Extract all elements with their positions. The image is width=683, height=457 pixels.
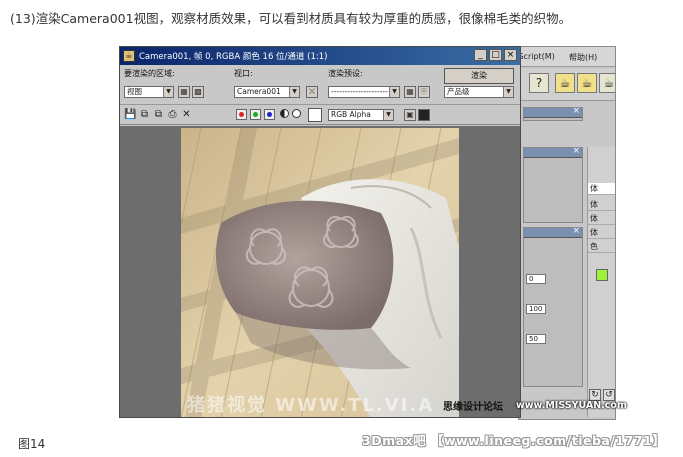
image-watermark: 猪猪视觉 WWW.TL.VI.A bbox=[187, 395, 435, 416]
command-panel: 体 体 体 体 色 bbox=[587, 147, 615, 417]
monochrome-icon[interactable] bbox=[292, 109, 301, 118]
swatch-color[interactable] bbox=[308, 108, 322, 122]
object-color-swatch[interactable] bbox=[596, 269, 608, 281]
bg-menubar: XScript(M) 帮助(H) bbox=[519, 47, 615, 67]
render-setup-icon[interactable]: ▦ bbox=[404, 86, 416, 98]
viewport-dropdown[interactable]: Camera001 ▼ bbox=[234, 86, 300, 98]
chevron-down-icon: ▼ bbox=[163, 87, 173, 97]
edit-region-icon[interactable]: ▦ bbox=[178, 86, 190, 98]
close-icon[interactable]: × bbox=[572, 106, 580, 116]
bg-main-toolbar: ? ☕ ☕ ☕ bbox=[519, 69, 615, 101]
auto-region-icon[interactable]: ▩ bbox=[192, 86, 204, 98]
rendered-image: 猪猪视觉 WWW.TL.VI.A bbox=[181, 128, 459, 417]
teapot-render-icon[interactable]: ☕ bbox=[555, 73, 575, 93]
minimize-button[interactable]: _ bbox=[474, 49, 487, 61]
preset-value: --------------------- bbox=[331, 87, 388, 96]
bg-subwindow-c: × 0 100 50 bbox=[523, 226, 583, 387]
bg-subwindow-b: × bbox=[523, 146, 583, 223]
close-icon[interactable]: × bbox=[572, 146, 580, 156]
render-frame-icon[interactable]: ☕ bbox=[599, 73, 615, 93]
blue-channel-toggle[interactable] bbox=[264, 109, 275, 120]
area-value: 视图 bbox=[127, 87, 142, 96]
channel-dropdown[interactable]: RGB Alpha ▼ bbox=[328, 109, 394, 121]
save-image-icon[interactable]: 💾 bbox=[124, 108, 137, 121]
window-title: Camera001, 帧 0, RGBA 颜色 16 位/通道 (1:1) bbox=[139, 52, 328, 62]
bg-value-field[interactable]: 0 bbox=[526, 274, 546, 284]
green-channel-toggle[interactable] bbox=[250, 109, 261, 120]
close-button[interactable]: × bbox=[504, 49, 517, 61]
chevron-down-icon: ▼ bbox=[389, 87, 399, 97]
cmd-tab[interactable]: 体 bbox=[588, 183, 615, 195]
chevron-down-icon: ▼ bbox=[289, 87, 299, 97]
channel-value: RGB Alpha bbox=[331, 110, 371, 119]
bg-menu-script[interactable]: XScript(M) bbox=[519, 52, 555, 61]
viewport-value: Camera001 bbox=[237, 87, 281, 96]
site-watermark: 3Dmax吧 【www.lineeg.com/tieba/1771】 bbox=[362, 433, 666, 448]
chevron-down-icon: ▼ bbox=[383, 110, 393, 120]
maximize-button[interactable]: □ bbox=[489, 49, 502, 61]
rendered-frame-window: ☕ Camera001, 帧 0, RGBA 颜色 16 位/通道 (1:1) … bbox=[119, 46, 521, 418]
viewport-label: 视口: bbox=[234, 69, 253, 78]
copy-image-icon[interactable]: ⧉ bbox=[138, 108, 151, 121]
preset-label: 渲染预设: bbox=[328, 69, 363, 78]
cmd-tab[interactable]: 体 bbox=[588, 213, 615, 225]
teapot-app-icon: ☕ bbox=[123, 50, 135, 62]
display-mode-icon[interactable] bbox=[418, 109, 430, 121]
background-max-app: XScript(M) 帮助(H) ? ☕ ☕ ☕ × × × 0 100 50 … bbox=[518, 46, 616, 420]
preset-dropdown[interactable]: --------------------- ▼ bbox=[328, 86, 400, 98]
close-icon[interactable]: × bbox=[572, 226, 580, 236]
window-titlebar: ☕ Camera001, 帧 0, RGBA 颜色 16 位/通道 (1:1) … bbox=[120, 47, 520, 65]
quick-render-icon[interactable]: ☕ bbox=[577, 73, 597, 93]
caption-top: (13)渲染Camera001视图，观察材质效果，可以看到材质具有较为厚重的质感… bbox=[10, 11, 572, 26]
quality-value: 产品级 bbox=[447, 87, 470, 96]
red-channel-toggle[interactable] bbox=[236, 109, 247, 120]
bg-help-icon[interactable]: ? bbox=[529, 73, 549, 93]
print-image-icon[interactable]: ⎙ bbox=[166, 108, 179, 121]
area-dropdown[interactable]: 视图 ▼ bbox=[124, 86, 174, 98]
bg-subwindow-a: × bbox=[523, 106, 583, 121]
environment-icon[interactable]: ☉ bbox=[418, 86, 430, 98]
bg-value-field[interactable]: 50 bbox=[526, 334, 546, 344]
clear-icon[interactable]: ✕ bbox=[180, 108, 193, 121]
lock-icon[interactable]: ⛌ bbox=[306, 86, 318, 98]
render-button[interactable]: 渲染 bbox=[444, 68, 514, 84]
alpha-channel-icon[interactable] bbox=[280, 109, 289, 118]
render-controls: 要渲染的区域: 视图 ▼ ▦ ▩ 视口: Camera001 ▼ ⛌ 渲染预设:… bbox=[120, 65, 520, 105]
figure-caption: 图14 bbox=[18, 437, 46, 451]
cmd-tab[interactable]: 色 bbox=[588, 241, 615, 253]
bg-value-field[interactable]: 100 bbox=[526, 304, 546, 314]
clone-frame-icon[interactable]: ⧉ bbox=[152, 108, 165, 121]
area-label: 要渲染的区域: bbox=[124, 69, 175, 78]
cmd-tab[interactable]: 体 bbox=[588, 227, 615, 239]
quality-dropdown[interactable]: 产品级 ▼ bbox=[444, 86, 514, 98]
bg-menu-help[interactable]: 帮助(H) bbox=[569, 52, 597, 63]
render-frame-toolbar: 💾 ⧉ ⧉ ⎙ ✕ RGB Alpha ▼ ▣ bbox=[120, 105, 520, 125]
display-toggle-icon[interactable]: ▣ bbox=[404, 109, 416, 121]
forum-watermark: 思缘设计论坛 bbox=[443, 402, 503, 413]
cmd-tab[interactable]: 体 bbox=[588, 199, 615, 211]
chevron-down-icon: ▼ bbox=[503, 87, 513, 97]
missyuan-watermark: www.MISSYUAN.com bbox=[516, 400, 627, 411]
